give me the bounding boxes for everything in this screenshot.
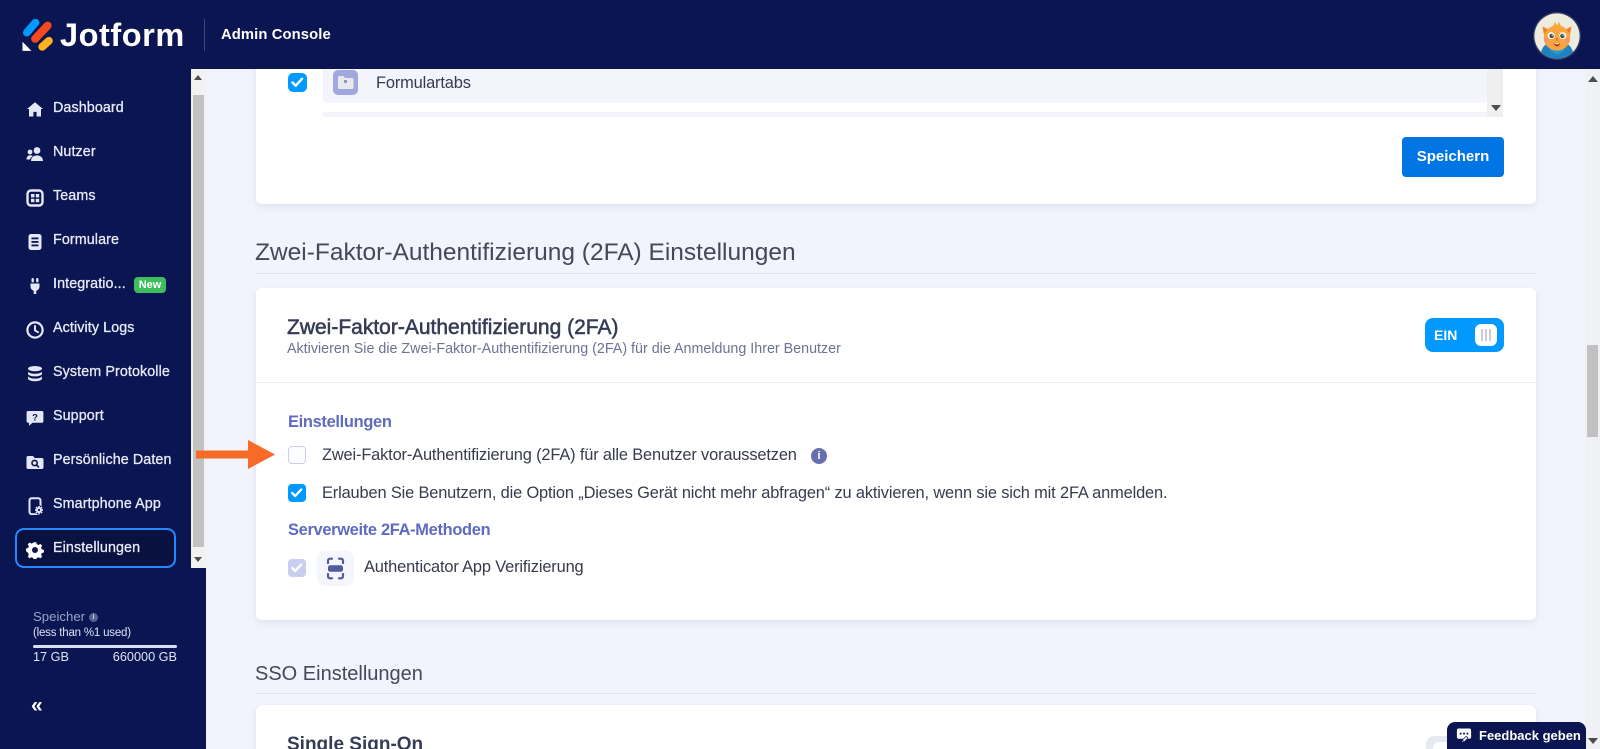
- svg-text:?: ?: [32, 412, 38, 423]
